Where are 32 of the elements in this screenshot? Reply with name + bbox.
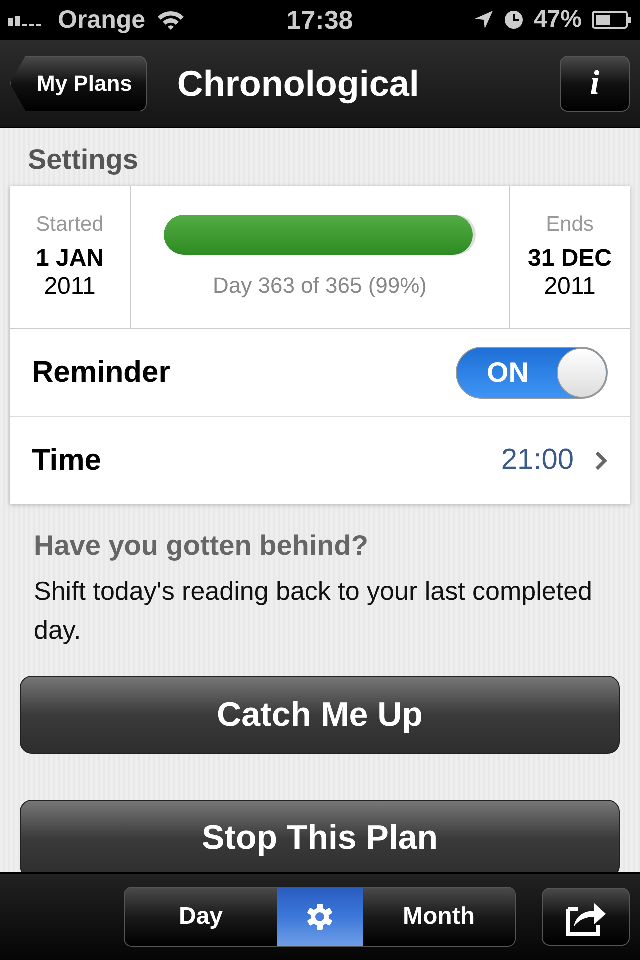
status-time: 17:38 bbox=[286, 4, 354, 36]
section-title: Settings bbox=[27, 143, 140, 177]
end-date: 31 DEC bbox=[528, 245, 612, 273]
location-arrow-icon bbox=[474, 10, 494, 30]
share-button[interactable] bbox=[542, 888, 630, 946]
settings-tab[interactable] bbox=[277, 888, 363, 946]
settings-icon bbox=[306, 903, 334, 931]
view-tab[interactable]: Month bbox=[363, 888, 515, 946]
clock-icon bbox=[504, 10, 524, 30]
start-date: 1 JAN bbox=[36, 245, 104, 273]
reminder-switch[interactable]: ON bbox=[456, 346, 608, 398]
info-button[interactable]: i bbox=[560, 56, 630, 112]
carrier-name: Orange bbox=[58, 6, 146, 34]
catch-up-heading: Have you gotten behind? bbox=[33, 529, 370, 563]
end-year: 2011 bbox=[544, 273, 596, 301]
stop-plan-button[interactable]: Stop This Plan bbox=[20, 800, 620, 872]
time-value: 21:00 bbox=[501, 444, 574, 477]
catch-up-button[interactable]: Catch Me Up bbox=[20, 676, 620, 754]
progress-caption: Day 363 of 365 (99%) bbox=[212, 273, 428, 299]
wifi-icon bbox=[156, 9, 186, 31]
chevron-icon[interactable] bbox=[594, 450, 608, 472]
battery-icon bbox=[592, 10, 632, 30]
battery-percent: 47% bbox=[534, 6, 582, 34]
reminder-label: Reminder bbox=[32, 356, 170, 390]
catch-up-description: Shift today's reading back to your last completed day. bbox=[33, 575, 594, 647]
view-tab[interactable]: Day bbox=[125, 888, 277, 946]
start-label: Started bbox=[36, 213, 104, 237]
start-year: 2011 bbox=[44, 273, 96, 301]
screen-title: Chronological bbox=[177, 62, 420, 104]
time-label: Time bbox=[32, 444, 102, 478]
end-label: Ends bbox=[546, 213, 594, 237]
back-button[interactable]: My Plans bbox=[10, 56, 148, 112]
